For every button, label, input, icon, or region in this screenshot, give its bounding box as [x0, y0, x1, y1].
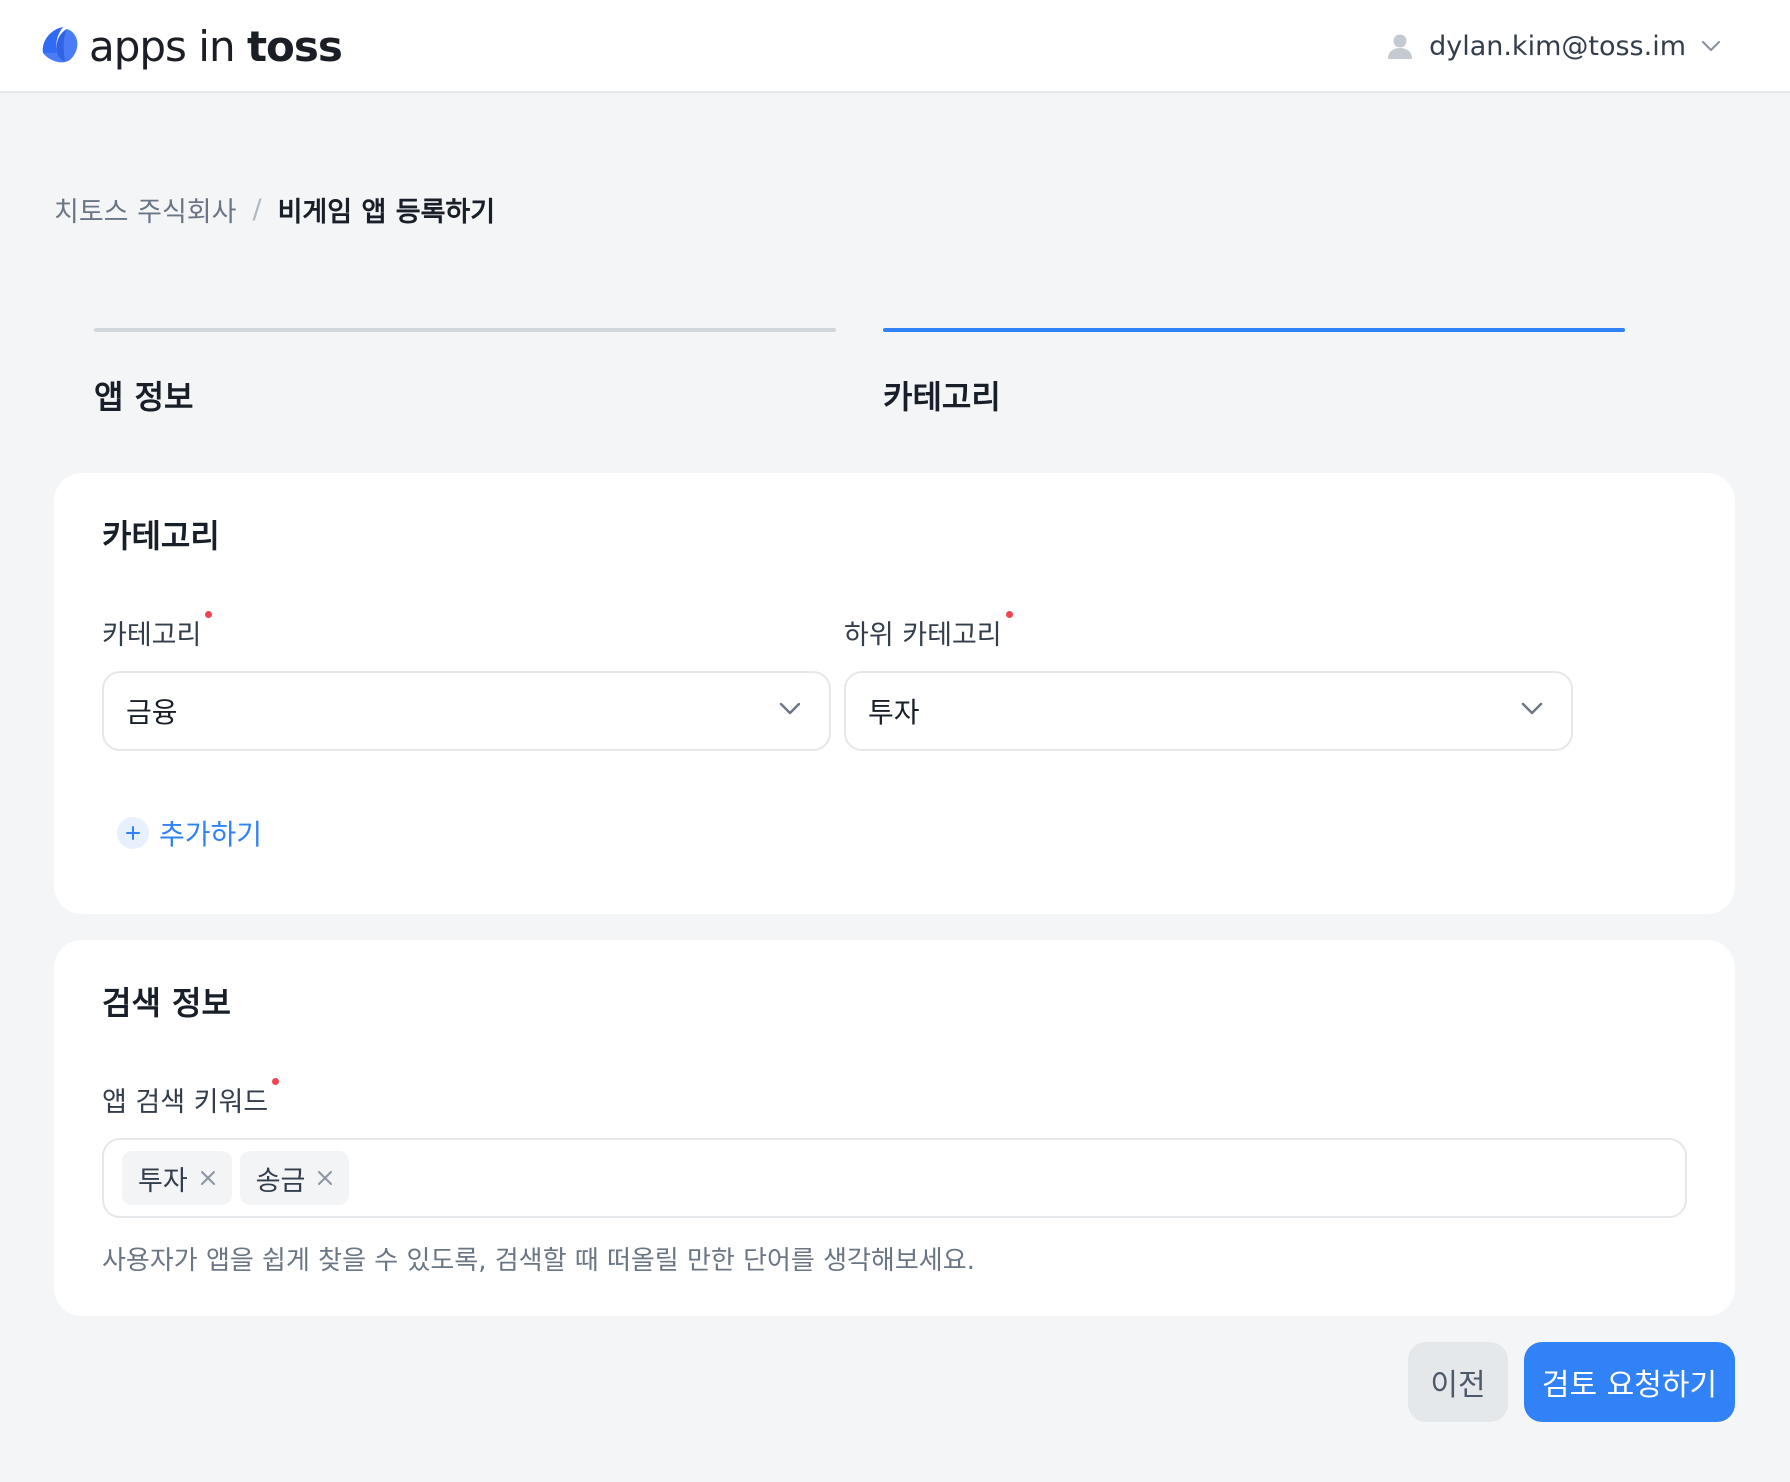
keywords-helper-text: 사용자가 앱을 쉽게 찾을 수 있도록, 검색할 때 떠올릴 만한 단어를 생각…: [102, 1246, 975, 1276]
required-dot: [1005, 611, 1013, 618]
add-category-button[interactable]: 추가하기: [117, 813, 262, 853]
top-bar: apps in toss dylan.kim@toss.im: [0, 0, 1790, 93]
card-title: 카테고리: [102, 517, 220, 555]
step-label: 카테고리: [883, 378, 1001, 416]
step-category[interactable]: 카테고리: [883, 328, 1625, 418]
subcategory-field-label: 하위 카테고리: [844, 611, 1013, 652]
category-field-label: 카테고리: [102, 611, 213, 652]
category-card: 카테고리 카테고리 금융 하위 카테고리 투자 추가하기: [54, 473, 1735, 914]
keyword-chip-label: 송금: [255, 1165, 306, 1197]
chevron-down-icon: [777, 695, 803, 728]
plus-icon: [117, 817, 149, 849]
previous-button[interactable]: 이전: [1408, 1342, 1508, 1422]
breadcrumb-separator: /: [252, 194, 262, 225]
logo-text-light: apps in: [89, 21, 236, 71]
step-bar-active: [883, 328, 1625, 332]
step-bar: [94, 328, 836, 332]
add-category-label: 추가하기: [159, 818, 263, 851]
card-title: 검색 정보: [102, 984, 231, 1022]
keyword-chip: 송금: [239, 1151, 350, 1205]
breadcrumb: 치토스 주식회사 / 비게임 앱 등록하기: [54, 190, 495, 229]
account-menu[interactable]: dylan.kim@toss.im: [1385, 26, 1722, 66]
keywords-label-text: 앱 검색 키워드: [102, 1087, 269, 1118]
category-label-text: 카테고리: [102, 620, 202, 651]
step-app-info[interactable]: 앱 정보: [94, 328, 836, 418]
step-label: 앱 정보: [94, 378, 194, 416]
subcategory-select-value: 투자: [868, 696, 920, 729]
logo-text: apps in toss: [89, 21, 343, 71]
search-info-card: 검색 정보 앱 검색 키워드 투자 송금 사용자가 앱을 쉽게 찾을 수 있도록…: [54, 940, 1735, 1316]
logo[interactable]: apps in toss: [37, 20, 343, 72]
subcategory-select[interactable]: 투자: [844, 671, 1573, 751]
close-icon[interactable]: [315, 1168, 335, 1188]
required-dot: [272, 1078, 280, 1085]
submit-review-button[interactable]: 검토 요청하기: [1524, 1342, 1735, 1422]
chevron-down-icon: [1700, 35, 1722, 57]
keyword-chip: 투자: [122, 1151, 232, 1205]
keywords-input[interactable]: 투자 송금: [102, 1138, 1687, 1218]
category-select[interactable]: 금융: [102, 671, 831, 751]
logo-text-bold: toss: [246, 21, 343, 71]
category-select-value: 금융: [126, 696, 178, 729]
logo-icon: [42, 27, 78, 63]
breadcrumb-current: 비게임 앱 등록하기: [277, 197, 496, 228]
keywords-field-label: 앱 검색 키워드: [102, 1078, 280, 1119]
close-icon[interactable]: [198, 1168, 218, 1188]
required-dot: [205, 611, 213, 618]
subcategory-label-text: 하위 카테고리: [844, 620, 1002, 651]
keyword-chip-label: 투자: [138, 1165, 188, 1197]
avatar-icon: [1385, 31, 1415, 61]
account-email: dylan.kim@toss.im: [1429, 30, 1686, 62]
chevron-down-icon: [1519, 695, 1545, 728]
breadcrumb-org-link[interactable]: 치토스 주식회사: [54, 190, 236, 229]
